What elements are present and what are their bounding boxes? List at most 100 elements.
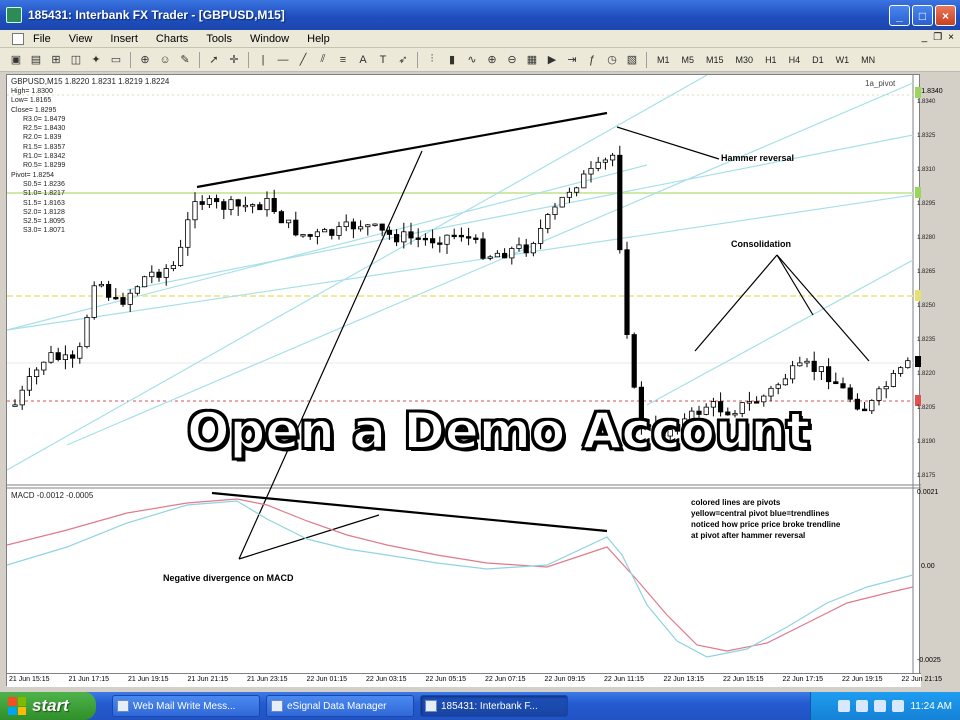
new-chart-icon[interactable]: ▣ bbox=[8, 52, 24, 68]
child-minimize-icon[interactable]: _ bbox=[922, 32, 928, 43]
candle-body bbox=[343, 221, 349, 228]
chart-shift-icon[interactable]: ⇥ bbox=[564, 52, 580, 68]
task-interbank[interactable]: 185431: Interbank F... bbox=[420, 695, 568, 717]
candle-body bbox=[876, 388, 882, 401]
candle-body bbox=[422, 237, 429, 241]
zoom-out-icon[interactable]: ⊖ bbox=[504, 52, 520, 68]
timeframe-m1[interactable]: M1 bbox=[652, 53, 675, 67]
document-icon[interactable] bbox=[12, 32, 24, 45]
terminal-icon[interactable]: ▭ bbox=[108, 52, 124, 68]
minimize-button[interactable]: _ bbox=[889, 5, 910, 26]
child-restore-icon[interactable]: ❐ bbox=[933, 32, 942, 43]
navigator-icon[interactable]: ✦ bbox=[88, 52, 104, 68]
time-tick-label: 21 Jun 17:15 bbox=[68, 676, 109, 683]
cursor-icon[interactable]: ➚ bbox=[206, 52, 222, 68]
task-webmail[interactable]: Web Mail Write Mess... bbox=[112, 695, 260, 717]
expert-advisor-icon[interactable]: ☺ bbox=[157, 52, 173, 68]
indicator-tag: 1a_pivot bbox=[865, 79, 896, 88]
menu-tools[interactable]: Tools bbox=[197, 33, 241, 45]
timeframe-h4[interactable]: H4 bbox=[784, 53, 806, 67]
auto-scroll-icon[interactable]: ▶ bbox=[544, 52, 560, 68]
menu-help[interactable]: Help bbox=[298, 33, 339, 45]
channel-icon[interactable]: ⫽ bbox=[315, 52, 331, 68]
arrow-icon[interactable]: ➶ bbox=[395, 52, 411, 68]
profiles-icon[interactable]: ▤ bbox=[28, 52, 44, 68]
app-icon bbox=[6, 7, 22, 23]
chart-svg[interactable] bbox=[7, 75, 921, 687]
price-tick-label: 1.8265 bbox=[917, 269, 936, 275]
chart-window[interactable]: GBPUSD,M15 1.8220 1.8231 1.8219 1.8224 1… bbox=[6, 74, 943, 687]
candle-body bbox=[559, 196, 565, 208]
tile-windows-icon[interactable]: ▦ bbox=[524, 52, 540, 68]
fibonacci-icon[interactable]: ≡ bbox=[335, 52, 351, 68]
menu-charts[interactable]: Charts bbox=[147, 33, 197, 45]
zoom-in-icon[interactable]: ⊕ bbox=[484, 52, 500, 68]
pivot-label: Low= 1.8165 bbox=[11, 97, 52, 105]
candle-body bbox=[386, 229, 393, 235]
candle-body bbox=[516, 244, 522, 249]
menu-insert[interactable]: Insert bbox=[101, 33, 147, 45]
timeframe-m30[interactable]: M30 bbox=[731, 53, 759, 67]
clock: 11:24 AM bbox=[910, 700, 952, 712]
candle-body bbox=[55, 352, 61, 360]
text-icon[interactable]: A bbox=[355, 52, 371, 68]
task-esignal[interactable]: eSignal Data Manager bbox=[266, 695, 414, 717]
indicators-icon[interactable]: ƒ bbox=[584, 52, 600, 68]
menu-view[interactable]: View bbox=[60, 33, 102, 45]
price-tick-label: 1.8220 bbox=[917, 371, 936, 377]
new-order-icon[interactable]: ⊕ bbox=[137, 52, 153, 68]
menu-file[interactable]: File bbox=[24, 33, 60, 45]
label-icon[interactable]: T bbox=[375, 52, 391, 68]
close-button[interactable]: × bbox=[935, 5, 956, 26]
candle-body bbox=[905, 360, 911, 369]
candle-body bbox=[127, 292, 133, 305]
crosshair-icon[interactable]: ✛ bbox=[226, 52, 242, 68]
horizontal-line-icon[interactable]: — bbox=[275, 52, 291, 68]
timeframe-m5[interactable]: M5 bbox=[677, 53, 700, 67]
tray-network-icon[interactable] bbox=[838, 700, 851, 712]
candle-body bbox=[602, 159, 609, 163]
market-watch-icon[interactable]: ⊞ bbox=[48, 52, 64, 68]
tray-volume-icon[interactable] bbox=[856, 700, 869, 712]
data-window-icon[interactable]: ◫ bbox=[68, 52, 84, 68]
menu-window[interactable]: Window bbox=[241, 33, 298, 45]
candle-body bbox=[12, 404, 18, 407]
candle-body bbox=[170, 265, 176, 269]
candle-body bbox=[890, 373, 897, 387]
candle-body bbox=[782, 378, 789, 386]
price-tick-label: 1.8235 bbox=[917, 337, 936, 343]
bar-chart-icon[interactable]: ⫶ bbox=[424, 52, 440, 68]
title-bar[interactable]: 185431: Interbank FX Trader - [GBPUSD,M1… bbox=[0, 0, 960, 30]
candle-body bbox=[854, 398, 861, 410]
price-tick-label: 1.8325 bbox=[917, 133, 936, 139]
timeframe-mn[interactable]: MN bbox=[856, 53, 880, 67]
templates-icon[interactable]: ▧ bbox=[624, 52, 640, 68]
timeframe-d1[interactable]: D1 bbox=[807, 53, 829, 67]
trendline-icon[interactable]: ╱ bbox=[295, 52, 311, 68]
vertical-line-icon[interactable]: | bbox=[255, 52, 271, 68]
candle-body bbox=[595, 161, 601, 169]
candle-body bbox=[473, 237, 479, 240]
candlestick-icon[interactable]: ▮ bbox=[444, 52, 460, 68]
candle-body bbox=[610, 154, 616, 161]
tray-security-icon[interactable] bbox=[874, 700, 887, 712]
candle-body bbox=[768, 387, 774, 397]
candle-body bbox=[300, 234, 306, 237]
timeframe-m15[interactable]: M15 bbox=[701, 53, 729, 67]
trader-icon bbox=[425, 700, 437, 712]
pivot-label: R2.0= 1.839 bbox=[23, 134, 62, 142]
candle-body bbox=[98, 283, 104, 287]
pivot-label: S0.5= 1.8236 bbox=[23, 180, 65, 188]
child-close-icon[interactable]: × bbox=[948, 32, 954, 43]
line-chart-icon[interactable]: ∿ bbox=[464, 52, 480, 68]
candle-body bbox=[458, 234, 465, 238]
tray-app-icon[interactable] bbox=[892, 700, 905, 712]
maximize-button[interactable]: □ bbox=[912, 5, 933, 26]
timeframe-h1[interactable]: H1 bbox=[760, 53, 782, 67]
candle-body bbox=[141, 276, 148, 288]
period-icon[interactable]: ◷ bbox=[604, 52, 620, 68]
start-button[interactable]: start bbox=[0, 692, 96, 720]
timeframe-w1[interactable]: W1 bbox=[831, 53, 855, 67]
toolbar: ▣ ▤ ⊞ ◫ ✦ ▭ ⊕ ☺ ✎ ➚ ✛ | — ╱ ⫽ ≡ A T ➶ ⫶ … bbox=[0, 48, 960, 72]
script-icon[interactable]: ✎ bbox=[177, 52, 193, 68]
